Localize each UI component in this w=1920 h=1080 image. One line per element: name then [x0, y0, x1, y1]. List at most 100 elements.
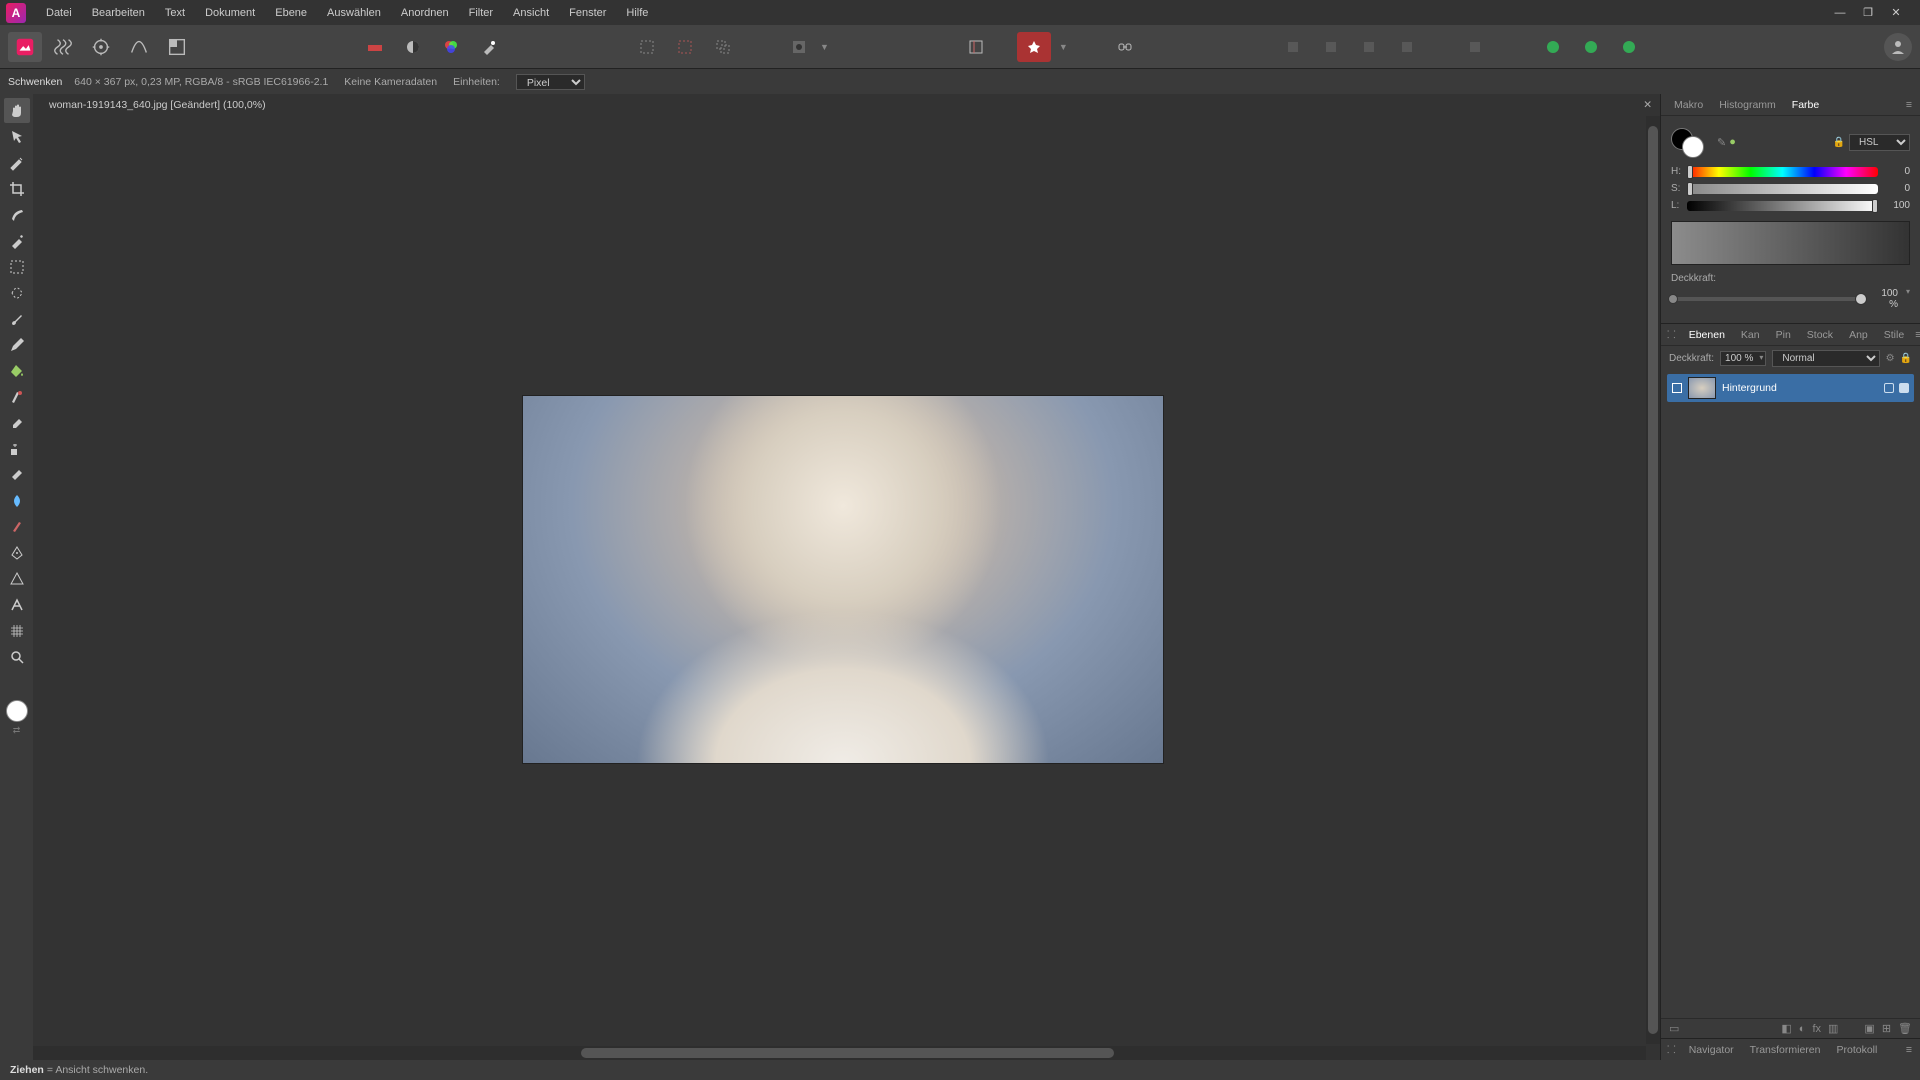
- tab-transformieren[interactable]: Transformieren: [1743, 1041, 1828, 1059]
- lightness-slider[interactable]: [1687, 201, 1878, 211]
- crop-tool-icon[interactable]: [4, 176, 30, 201]
- zoom-tool-icon[interactable]: [4, 644, 30, 669]
- hue-slider[interactable]: [1687, 167, 1878, 177]
- blend-mode-select[interactable]: Normal: [1772, 350, 1879, 367]
- menu-hilfe[interactable]: Hilfe: [616, 3, 658, 23]
- color-panel-menu-icon[interactable]: ≡: [1904, 99, 1914, 111]
- delete-layer-icon[interactable]: 🗑: [1898, 1022, 1912, 1035]
- dodge-tool-icon[interactable]: [4, 488, 30, 513]
- tab-stile[interactable]: Stile: [1877, 326, 1911, 344]
- link-icon[interactable]: [1108, 32, 1142, 62]
- pixel-tool-icon[interactable]: [4, 332, 30, 357]
- assistant-icon[interactable]: [1017, 32, 1051, 62]
- lock-transparency-icon[interactable]: 🔒: [1833, 137, 1845, 148]
- layers-panel-menu-icon[interactable]: ≡: [1913, 329, 1920, 341]
- selection-brush-tool-icon[interactable]: [4, 202, 30, 227]
- tab-makro[interactable]: Makro: [1667, 96, 1710, 114]
- menu-ansicht[interactable]: Ansicht: [503, 3, 559, 23]
- horizontal-scrollbar[interactable]: [33, 1046, 1646, 1060]
- foreground-color-swatch[interactable]: [6, 700, 28, 722]
- heal-tool-icon[interactable]: [4, 462, 30, 487]
- quickmask-icon[interactable]: [784, 32, 814, 62]
- canvas-viewport[interactable]: [33, 116, 1660, 1060]
- panel-dock-icon-b[interactable]: ⸬: [1667, 1043, 1676, 1057]
- selection-add-icon[interactable]: [668, 32, 702, 62]
- pen-tool-icon[interactable]: [4, 540, 30, 565]
- develop-persona-icon[interactable]: [84, 32, 118, 62]
- window-close-icon[interactable]: ✕: [1888, 5, 1904, 21]
- menu-ebene[interactable]: Ebene: [265, 3, 317, 23]
- tab-ebenen[interactable]: Ebenen: [1682, 326, 1732, 344]
- menu-filter[interactable]: Filter: [459, 3, 503, 23]
- clone-tool-icon[interactable]: [4, 436, 30, 461]
- order-front-icon[interactable]: [1390, 32, 1424, 62]
- tonemap-persona-icon[interactable]: [122, 32, 156, 62]
- merge-icon[interactable]: ▥: [1828, 1022, 1838, 1035]
- layer-fx-icon[interactable]: ⚙: [1886, 353, 1895, 364]
- order-forward-icon[interactable]: [1352, 32, 1386, 62]
- flood-select-tool-icon[interactable]: [4, 228, 30, 253]
- document-tab[interactable]: woman-1919143_640.jpg [Geändert] (100,0%…: [41, 96, 274, 114]
- menu-bearbeiten[interactable]: Bearbeiten: [82, 3, 155, 23]
- window-maximize-icon[interactable]: ❐: [1860, 5, 1876, 21]
- selection-new-icon[interactable]: [630, 32, 664, 62]
- autolevel-icon[interactable]: [358, 32, 392, 62]
- paint-brush-tool-icon[interactable]: [4, 306, 30, 331]
- autocolor-icon[interactable]: [434, 32, 468, 62]
- tab-farbe[interactable]: Farbe: [1785, 96, 1826, 114]
- color-opacity-value[interactable]: 100 %: [1870, 287, 1910, 311]
- retouch-tool-icon[interactable]: [4, 514, 30, 539]
- group-icon[interactable]: ▣: [1864, 1022, 1874, 1035]
- order-back-icon[interactable]: [1276, 32, 1310, 62]
- snap-b-icon[interactable]: [1574, 32, 1608, 62]
- crop-overlay-icon[interactable]: [959, 32, 993, 62]
- adjustment-icon[interactable]: ◐: [1799, 1023, 1806, 1035]
- selection-intersect-icon[interactable]: [706, 32, 740, 62]
- layer-thumbnail[interactable]: [1688, 377, 1716, 399]
- tab-navigator[interactable]: Navigator: [1682, 1041, 1741, 1059]
- document-image[interactable]: [523, 396, 1163, 763]
- tab-kan[interactable]: Kan: [1734, 326, 1767, 344]
- units-select[interactable]: Pixel: [516, 74, 585, 90]
- tab-histogramm[interactable]: Histogramm: [1712, 96, 1783, 114]
- erase-tool-icon[interactable]: [4, 410, 30, 435]
- layer-opacity-value[interactable]: 100 %: [1720, 351, 1766, 366]
- menu-auswaehlen[interactable]: Auswählen: [317, 3, 391, 23]
- gradient-tool-icon[interactable]: [4, 384, 30, 409]
- fx-icon[interactable]: fx: [1812, 1023, 1821, 1035]
- view-tool-icon[interactable]: [4, 150, 30, 175]
- layer-lock-icon[interactable]: 🔒: [1900, 353, 1912, 364]
- menu-anordnen[interactable]: Anordnen: [391, 3, 459, 23]
- layer-row-hintergrund[interactable]: Hintergrund: [1667, 374, 1914, 402]
- primary-color-well[interactable]: [1682, 136, 1704, 158]
- hand-tool-icon[interactable]: [4, 98, 30, 123]
- menu-datei[interactable]: Datei: [36, 3, 82, 23]
- autowhite-icon[interactable]: [472, 32, 506, 62]
- document-tab-close-icon[interactable]: ✕: [1643, 99, 1652, 111]
- menu-text[interactable]: Text: [155, 3, 195, 23]
- autocontrast-icon[interactable]: [396, 32, 430, 62]
- layer-link-icon[interactable]: [1884, 383, 1894, 393]
- menu-dokument[interactable]: Dokument: [195, 3, 265, 23]
- saturation-slider[interactable]: [1687, 184, 1878, 194]
- order-backward-icon[interactable]: [1314, 32, 1348, 62]
- alignment-icon[interactable]: [1458, 32, 1492, 62]
- snap-a-icon[interactable]: [1536, 32, 1570, 62]
- tab-anp[interactable]: Anp: [1842, 326, 1875, 344]
- tab-protokoll[interactable]: Protokoll: [1829, 1041, 1884, 1059]
- text-tool-icon[interactable]: [4, 592, 30, 617]
- color-mode-select[interactable]: HSL: [1849, 134, 1910, 151]
- bottom-panel-menu-icon[interactable]: ≡: [1904, 1044, 1914, 1056]
- menu-fenster[interactable]: Fenster: [559, 3, 616, 23]
- snap-c-icon[interactable]: [1612, 32, 1646, 62]
- freehand-select-tool-icon[interactable]: [4, 280, 30, 305]
- assistant-dropdown-icon[interactable]: ▼: [1059, 42, 1068, 52]
- layer-checkbox-icon[interactable]: [1672, 383, 1682, 393]
- mesh-tool-icon[interactable]: [4, 618, 30, 643]
- color-preview-strip[interactable]: [1671, 221, 1910, 265]
- fill-tool-icon[interactable]: [4, 358, 30, 383]
- layer-visible-icon[interactable]: [1899, 383, 1909, 393]
- swap-colors-icon[interactable]: ⇄: [13, 725, 21, 736]
- photo-persona-icon[interactable]: [8, 32, 42, 62]
- window-minimize-icon[interactable]: —: [1832, 5, 1848, 21]
